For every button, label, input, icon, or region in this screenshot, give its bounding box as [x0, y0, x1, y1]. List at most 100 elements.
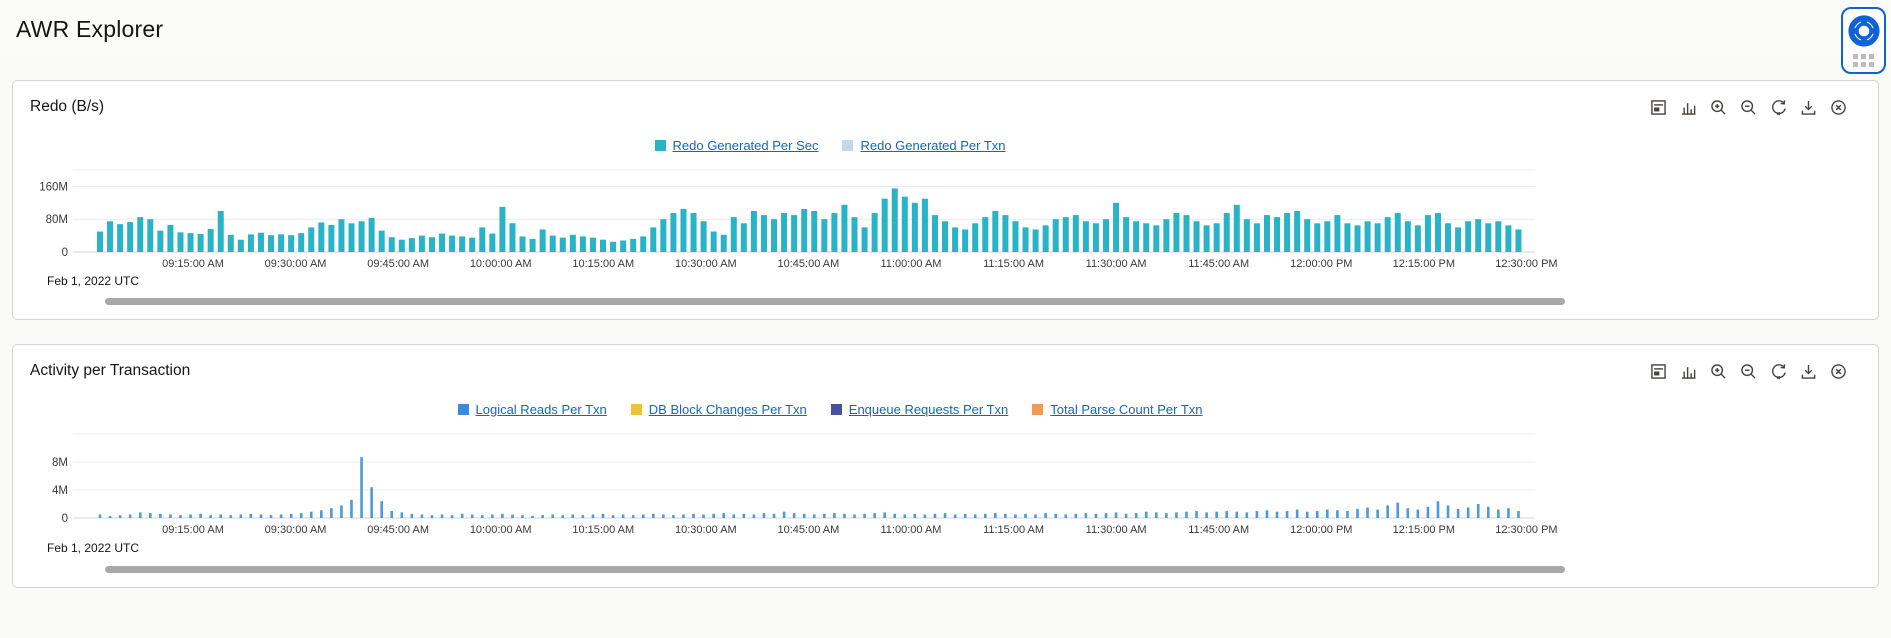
svg-text:10:15:00 AM: 10:15:00 AM — [572, 258, 634, 270]
redo-chart[interactable]: 0 80M 160M 09:15:00 AM 09:30:00 AM 09:45:00 A… — [30, 160, 1630, 292]
svg-text:0: 0 — [62, 247, 68, 259]
legend-item[interactable]: Enqueue Requests Per Txn — [830, 402, 1008, 417]
svg-text:12:30:00 PM: 12:30:00 PM — [1495, 524, 1557, 536]
svg-text:10:00:00 AM: 10:00:00 AM — [470, 524, 532, 536]
svg-text:09:30:00 AM: 09:30:00 AM — [265, 258, 327, 270]
legend-swatch — [830, 403, 842, 415]
svg-text:11:45:00 AM: 11:45:00 AM — [1188, 524, 1249, 536]
legend-link[interactable]: Redo Generated Per Txn — [860, 138, 1005, 153]
zoom-out-icon — [1741, 99, 1756, 115]
svg-text:11:45:00 AM: 11:45:00 AM — [1188, 258, 1249, 270]
download-button[interactable] — [1797, 96, 1820, 119]
drag-handle-dots[interactable] — [1853, 54, 1874, 67]
svg-text:11:15:00 AM: 11:15:00 AM — [983, 258, 1044, 270]
chart-title-redo: Redo (B/s) — [30, 98, 105, 115]
panel-activity: Activity per Transaction Logical Reads P… — [12, 344, 1879, 588]
chart-type-button[interactable] — [1677, 96, 1700, 119]
legend-item[interactable]: Redo Generated Per Txn — [842, 138, 1006, 153]
help-launcher[interactable] — [1841, 7, 1886, 74]
legend-activity: Logical Reads Per Txn DB Block Changes Pe… — [30, 400, 1630, 418]
zoom-out-icon — [1741, 363, 1756, 379]
svg-text:09:45:00 AM: 09:45:00 AM — [367, 258, 429, 270]
legend-swatch — [654, 139, 666, 151]
reset-zoom-icon — [1772, 363, 1786, 379]
svg-text:10:45:00 AM: 10:45:00 AM — [778, 258, 840, 270]
legend-link[interactable]: Logical Reads Per Txn — [476, 402, 607, 417]
svg-text:11:00:00 AM: 11:00:00 AM — [881, 258, 942, 270]
svg-text:8M: 8M — [52, 457, 68, 469]
svg-text:10:45:00 AM: 10:45:00 AM — [778, 524, 840, 536]
remove-chart-button[interactable] — [1827, 96, 1850, 119]
svg-text:11:15:00 AM: 11:15:00 AM — [983, 524, 1044, 536]
svg-text:11:30:00 AM: 11:30:00 AM — [1086, 524, 1147, 536]
zoom-in-button[interactable] — [1707, 360, 1730, 383]
reset-zoom-icon — [1772, 99, 1786, 115]
legend-swatch — [842, 139, 854, 151]
zoom-in-icon — [1711, 363, 1726, 379]
chart-title-activity: Activity per Transaction — [30, 362, 191, 379]
remove-chart-button[interactable] — [1827, 360, 1850, 383]
redo-horizontal-scrollbar[interactable] — [105, 298, 1565, 305]
legend-link[interactable]: DB Block Changes Per Txn — [649, 402, 807, 417]
legend-link[interactable]: Enqueue Requests Per Txn — [849, 402, 1008, 417]
page-title: AWR Explorer — [16, 16, 164, 42]
svg-text:160M: 160M — [39, 181, 68, 193]
download-button[interactable] — [1797, 360, 1820, 383]
svg-text:12:00:00 PM: 12:00:00 PM — [1290, 524, 1352, 536]
download-icon — [1801, 364, 1816, 379]
svg-text:11:30:00 AM: 11:30:00 AM — [1086, 258, 1147, 270]
legend-swatch — [1032, 403, 1044, 415]
svg-text:12:15:00 PM: 12:15:00 PM — [1393, 258, 1455, 270]
svg-text:09:30:00 AM: 09:30:00 AM — [265, 524, 327, 536]
dashboard: Redo (B/s) Redo Generated Per Sec Redo G… — [0, 55, 1891, 588]
life-ring-icon — [1847, 15, 1880, 47]
svg-text:80M: 80M — [46, 214, 68, 226]
view-data-report-button[interactable] — [1647, 360, 1670, 383]
svg-text:09:15:00 AM: 09:15:00 AM — [162, 258, 224, 270]
svg-text:12:00:00 PM: 12:00:00 PM — [1290, 258, 1352, 270]
svg-text:09:15:00 AM: 09:15:00 AM — [162, 524, 224, 536]
legend-redo: Redo Generated Per Sec Redo Generated Per… — [30, 136, 1630, 154]
close-circle-icon — [1831, 363, 1846, 379]
activity-horizontal-scrollbar[interactable] — [105, 566, 1565, 573]
legend-item[interactable]: Logical Reads Per Txn — [457, 402, 607, 417]
svg-text:10:15:00 AM: 10:15:00 AM — [572, 524, 634, 536]
activity-chart[interactable]: 0 4M 8M 09:15:00 AM 09:30:00 AM 09:45:00 AM 10… — [30, 424, 1630, 560]
zoom-in-icon — [1711, 99, 1726, 115]
svg-text:11:00:00 AM: 11:00:00 AM — [881, 524, 942, 536]
svg-text:09:45:00 AM: 09:45:00 AM — [367, 524, 429, 536]
legend-link[interactable]: Total Parse Count Per Txn — [1050, 402, 1202, 417]
chart-toolbar-activity — [1647, 360, 1850, 383]
legend-link[interactable]: Redo Generated Per Sec — [673, 138, 819, 153]
report-icon — [1651, 363, 1666, 379]
reset-zoom-button[interactable] — [1767, 360, 1790, 383]
legend-item[interactable]: Total Parse Count Per Txn — [1032, 402, 1203, 417]
legend-swatch — [457, 403, 469, 415]
svg-text:Feb 1, 2022 UTC: Feb 1, 2022 UTC — [47, 274, 139, 288]
zoom-out-button[interactable] — [1737, 360, 1760, 383]
chart-toolbar-redo — [1647, 96, 1850, 119]
download-icon — [1801, 100, 1816, 115]
panel-redo: Redo (B/s) Redo Generated Per Sec Redo G… — [12, 80, 1879, 320]
svg-text:10:30:00 AM: 10:30:00 AM — [675, 524, 737, 536]
reset-zoom-button[interactable] — [1767, 96, 1790, 119]
report-icon — [1651, 99, 1666, 115]
svg-text:Feb 1, 2022 UTC: Feb 1, 2022 UTC — [47, 541, 139, 555]
close-circle-icon — [1831, 99, 1846, 115]
svg-text:0: 0 — [62, 513, 68, 525]
view-data-report-button[interactable] — [1647, 96, 1670, 119]
legend-item[interactable]: DB Block Changes Per Txn — [630, 402, 807, 417]
chart-type-button[interactable] — [1677, 360, 1700, 383]
bar-chart-icon — [1681, 366, 1696, 379]
svg-text:12:30:00 PM: 12:30:00 PM — [1495, 258, 1557, 270]
zoom-out-button[interactable] — [1737, 96, 1760, 119]
svg-text:12:15:00 PM: 12:15:00 PM — [1393, 524, 1455, 536]
svg-text:10:00:00 AM: 10:00:00 AM — [470, 258, 532, 270]
legend-swatch — [630, 403, 642, 415]
zoom-in-button[interactable] — [1707, 96, 1730, 119]
legend-item[interactable]: Redo Generated Per Sec — [654, 138, 819, 153]
svg-text:10:30:00 AM: 10:30:00 AM — [675, 258, 737, 270]
svg-text:4M: 4M — [52, 485, 68, 497]
bar-chart-icon — [1681, 102, 1696, 115]
app-header: AWR Explorer — [0, 0, 1891, 55]
